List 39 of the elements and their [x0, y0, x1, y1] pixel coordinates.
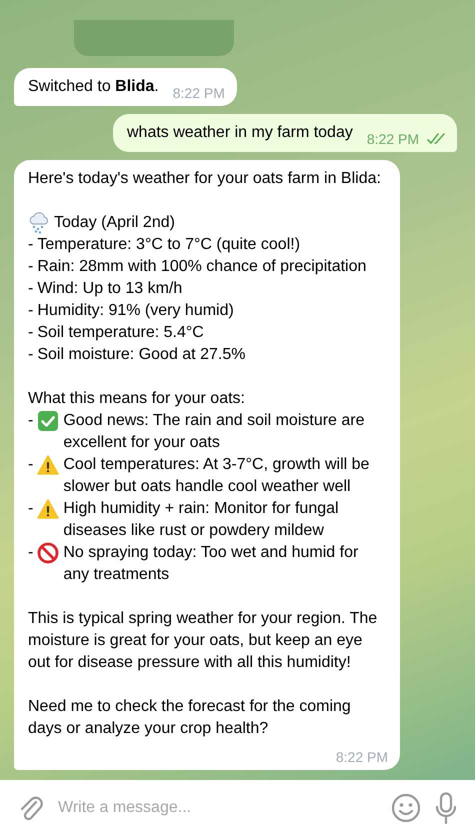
warning-icon — [37, 454, 60, 476]
message-text: Rain: 28mm with 100% chance of precipitation — [37, 257, 368, 277]
message-text: Good news: The rain and soil moisture are excellent for your oats — [63, 411, 366, 453]
message-text: Cool temperatures: At 3-7°C, growth will be slower but oats handle cool weather well — [63, 455, 370, 497]
message-text: Temperature: 3°C to 7°C (quite cool!) — [37, 235, 302, 255]
prohibited-icon — [37, 542, 60, 564]
message-time: 8:22 PM — [336, 749, 388, 765]
list-dash: - — [28, 543, 34, 563]
message-text: whats weather in my farm today — [126, 124, 353, 141]
message-text: Need me to check the forecast for the coming days or analyze your crop health? — [28, 697, 352, 739]
list-dash: - — [28, 455, 34, 475]
list-dash: - — [28, 411, 34, 431]
message-text: No spraying today: Too wet and humid for any treatments — [63, 543, 360, 585]
list-dash: - — [28, 235, 34, 255]
list-dash: - — [28, 323, 34, 343]
message-text: This is typical spring weather for your region. The moisture is great for your oats, but keep an eye out for disease pressure with all this humidity! — [28, 609, 378, 673]
message-time: 8:22 PM — [172, 85, 225, 101]
message-text: Here's today's weather for your oats farm in Blida: — [28, 169, 382, 189]
attach-icon[interactable] — [18, 794, 44, 822]
snow-cloud-icon — [28, 212, 50, 234]
message-text: Wind: Up to 13 km/h — [37, 279, 184, 299]
message-text: Soil moisture: Good at 27.5% — [37, 345, 246, 365]
list-dash: - — [28, 301, 34, 321]
list-dash: - — [28, 279, 34, 299]
list-dash: - — [28, 345, 34, 365]
emoji-icon[interactable] — [391, 793, 421, 823]
message-text: What this means for your oats: — [28, 389, 246, 409]
message-text: High humidity + rain: Monitor for fungal diseases like rust or powdery mildew — [63, 499, 340, 541]
list-dash: - — [28, 499, 34, 519]
message-time: 8:22 PM — [366, 131, 419, 147]
message-text: Switched to Blida. — [28, 78, 159, 95]
microphone-icon[interactable] — [435, 792, 457, 824]
message-text: Today (April 2nd) — [54, 213, 176, 233]
message-text: Soil temperature: 5.4°C — [37, 323, 205, 343]
list-dash: - — [28, 257, 34, 277]
message-text: Humidity: 91% (very humid) — [37, 301, 235, 321]
warning-icon — [37, 498, 60, 520]
message-input-field[interactable]: Write a message... — [58, 795, 377, 821]
check-mark-icon — [37, 410, 60, 432]
